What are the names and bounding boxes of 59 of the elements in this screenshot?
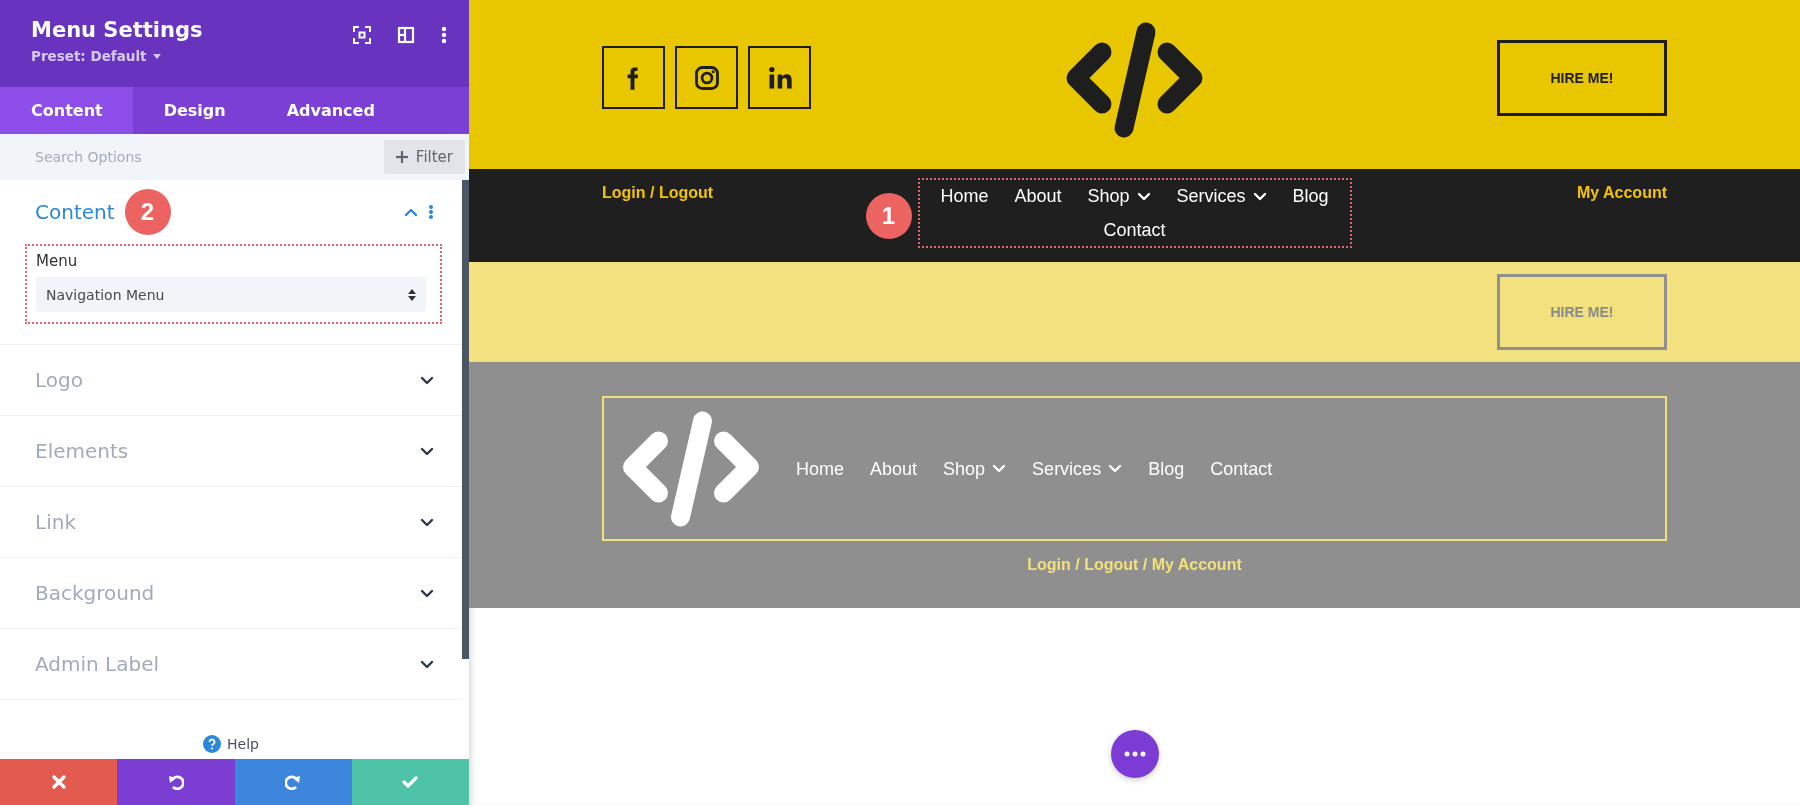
more-button[interactable]	[1110, 730, 1159, 778]
field-label: Menu	[36, 252, 79, 270]
caret-icon[interactable]	[152, 53, 161, 59]
help-icon[interactable]	[203, 735, 222, 753]
account-links[interactable]: Login / Logout / My Account	[1027, 556, 1242, 573]
undo-icon	[167, 774, 184, 790]
step-badge: 1	[865, 193, 912, 239]
menu-select[interactable]: Navigation Menu	[36, 277, 426, 312]
check-icon	[402, 774, 419, 790]
menu-link[interactable]: Shop	[943, 457, 1007, 480]
filter-button[interactable]: Filter	[383, 140, 465, 174]
social-button[interactable]	[675, 46, 738, 109]
menu-link[interactable]: Home	[940, 185, 989, 207]
tab[interactable]: Content	[0, 87, 133, 134]
dots-icon	[1123, 751, 1146, 757]
menu-link[interactable]: Services	[1032, 457, 1123, 480]
menu-link[interactable]: About	[1014, 185, 1062, 207]
more-icon[interactable]	[428, 204, 434, 220]
instagram-icon	[692, 63, 721, 92]
hire-button[interactable]: HIRE ME!	[1497, 39, 1667, 116]
section-title: Elements	[35, 439, 129, 463]
more-icon[interactable]	[441, 26, 447, 44]
section-title: Admin Label	[35, 652, 160, 676]
login-link[interactable]: Login / Logout	[602, 184, 714, 202]
columns-icon[interactable]	[397, 26, 415, 44]
hire-button[interactable]: HIRE ME!	[1497, 274, 1667, 350]
account-link[interactable]: My Account	[1576, 184, 1667, 202]
chevron-down-icon	[1108, 464, 1123, 473]
preset-label[interactable]: Preset: Default	[31, 48, 147, 64]
chevron-down-icon	[1252, 191, 1267, 201]
social-button[interactable]	[748, 46, 811, 109]
chevron-down-icon	[992, 464, 1007, 473]
section-title: Logo	[35, 368, 83, 392]
expand-icon[interactable]	[353, 26, 371, 44]
search-field[interactable]: Search Options	[35, 149, 235, 165]
close-icon	[50, 774, 67, 790]
menu-link[interactable]: Contact	[1103, 219, 1166, 241]
redo-icon	[285, 774, 302, 790]
section-title: Background	[35, 581, 155, 605]
sort-arrows-icon	[408, 287, 416, 302]
section-title: Link	[35, 510, 76, 534]
section-title: Content	[35, 200, 115, 224]
menu-link[interactable]: Home	[796, 457, 844, 480]
panel-title: Menu Settings	[31, 17, 203, 43]
step-badge: 2	[124, 189, 171, 235]
help-link[interactable]: Help	[227, 736, 259, 752]
menu-link[interactable]: Contact	[1210, 457, 1273, 480]
menu-link[interactable]: Services	[1176, 185, 1267, 207]
menu-link[interactable]: Blog	[1292, 185, 1329, 207]
section-header[interactable]: Content 2	[0, 180, 462, 244]
tab[interactable]: Advanced	[255, 87, 405, 134]
chevron-down-icon	[1136, 191, 1151, 201]
plus-icon	[395, 151, 408, 163]
scrollbar[interactable]	[462, 180, 469, 659]
menu-link[interactable]: Blog	[1148, 457, 1185, 480]
social-button[interactable]	[602, 46, 665, 109]
menu-link[interactable]: Shop	[1087, 185, 1151, 207]
tab[interactable]: Design	[132, 87, 256, 134]
menu-link[interactable]: About	[870, 457, 918, 480]
